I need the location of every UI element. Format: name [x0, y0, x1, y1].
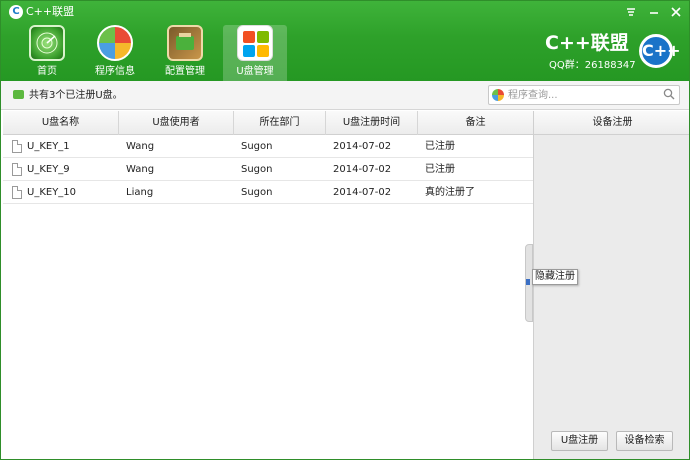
udisk-table: U盘名称 U盘使用者 所在部门 U盘注册时间 备注 U_KEY_1 Wang S… — [3, 111, 533, 457]
search-icon[interactable] — [663, 88, 675, 100]
title-bar: C C++联盟 — [1, 1, 689, 23]
qq-group: QQ群：26188347 — [549, 60, 636, 71]
column-header-date[interactable]: U盘注册时间 — [326, 111, 418, 135]
brand-logo: C++ — [639, 34, 681, 68]
collapse-arrow-icon — [526, 279, 530, 285]
nav-item-home[interactable]: 首页 — [15, 25, 79, 81]
table-row[interactable]: U_KEY_9 Wang Sugon 2014-07-02 已注册 — [3, 158, 533, 181]
close-icon[interactable] — [668, 4, 684, 20]
tooltip: 隐藏注册 — [532, 269, 578, 285]
udisk-quadrant-green — [257, 31, 269, 43]
chat-bubble-icon — [13, 90, 24, 99]
cell-name: U_KEY_1 — [27, 141, 70, 152]
nav-label-program-info: 程序信息 — [95, 66, 135, 77]
nav-item-config-manage[interactable]: 配置管理 — [153, 25, 217, 81]
udisk-register-button[interactable]: U盘注册 — [551, 431, 608, 451]
cell-user: Wang — [126, 164, 155, 175]
app-logo-icon: C — [9, 5, 23, 19]
nav-item-udisk-manage[interactable]: U盘管理 — [223, 25, 287, 81]
minimize-icon[interactable] — [646, 4, 662, 20]
udisk-quadrant-yellow — [257, 45, 269, 57]
cell-note: 真的注册了 — [425, 187, 475, 198]
program-info-icon — [97, 25, 133, 61]
udisk-manage-icon — [237, 25, 273, 61]
column-header-dept[interactable]: 所在部门 — [234, 111, 326, 135]
document-icon — [12, 163, 22, 176]
cell-name: U_KEY_10 — [27, 187, 77, 198]
nav-label-udisk-manage: U盘管理 — [236, 66, 274, 77]
device-search-button[interactable]: 设备检索 — [616, 431, 673, 451]
panel-title: 设备注册 — [534, 111, 689, 135]
udisk-quadrant-blue — [243, 45, 255, 57]
cell-date: 2014-07-02 — [333, 164, 392, 175]
table-row[interactable]: U_KEY_1 Wang Sugon 2014-07-02 已注册 — [3, 135, 533, 158]
column-header-name[interactable]: U盘名称 — [3, 111, 119, 135]
document-icon — [12, 186, 22, 199]
menu-icon[interactable] — [623, 4, 639, 20]
cell-note: 已注册 — [425, 164, 455, 175]
nav-label-home: 首页 — [37, 66, 57, 77]
app-header: C C++联盟 首页 程序信息 配置管理 U盘管理 C++联盟 QQ群：2618… — [1, 1, 689, 81]
brand-name: C++联盟 — [545, 32, 629, 54]
search-engine-icon — [492, 89, 504, 101]
nav-item-program-info[interactable]: 程序信息 — [83, 25, 147, 81]
cell-date: 2014-07-02 — [333, 141, 392, 152]
cell-user: Wang — [126, 141, 155, 152]
udisk-quadrant-red — [243, 31, 255, 43]
cell-dept: Sugon — [241, 187, 273, 198]
cell-note: 已注册 — [425, 141, 455, 152]
cell-date: 2014-07-02 — [333, 187, 392, 198]
home-radar-icon — [29, 25, 65, 61]
main-window: C C++联盟 首页 程序信息 配置管理 U盘管理 C++联盟 QQ群：2618… — [0, 0, 690, 460]
cell-user: Liang — [126, 187, 154, 198]
cell-dept: Sugon — [241, 141, 273, 152]
document-icon — [12, 140, 22, 153]
registered-count-text: 共有3个已注册U盘。 — [29, 90, 123, 101]
nav-label-config-manage: 配置管理 — [165, 66, 205, 77]
window-title: C++联盟 — [26, 5, 75, 18]
table-row[interactable]: U_KEY_10 Liang Sugon 2014-07-02 真的注册了 — [3, 181, 533, 204]
column-header-user[interactable]: U盘使用者 — [119, 111, 234, 135]
cell-name: U_KEY_9 — [27, 164, 70, 175]
table-header: U盘名称 U盘使用者 所在部门 U盘注册时间 备注 — [3, 111, 533, 135]
cell-dept: Sugon — [241, 164, 273, 175]
column-header-note[interactable]: 备注 — [418, 111, 533, 135]
device-register-panel: 设备注册 U盘注册 设备检索 — [533, 111, 689, 459]
config-manage-icon — [167, 25, 203, 61]
search-input[interactable] — [508, 87, 656, 103]
